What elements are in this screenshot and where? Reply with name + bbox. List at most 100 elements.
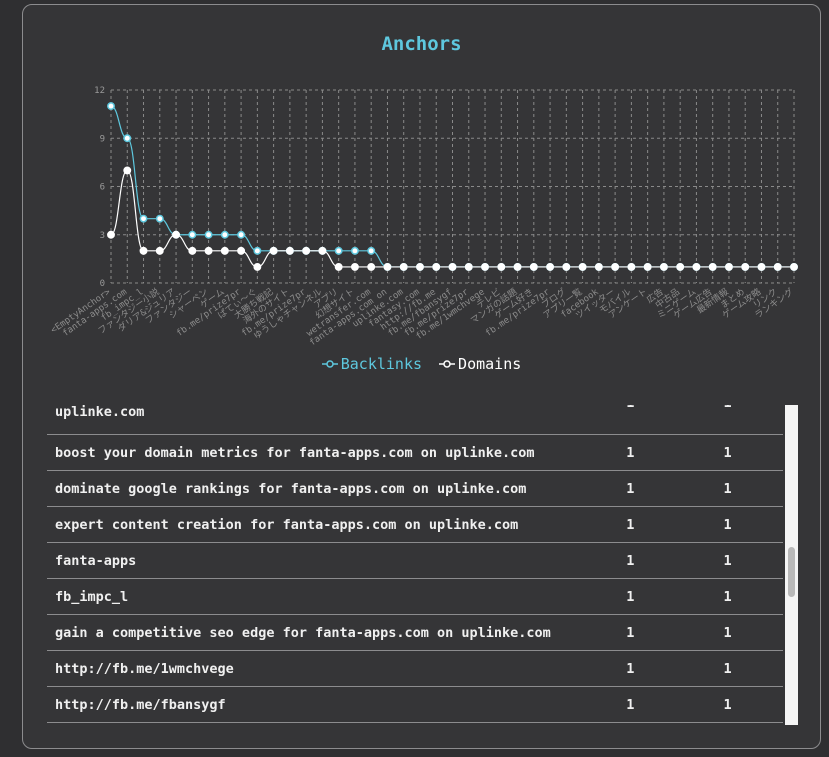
- data-point-backlinks: [237, 230, 246, 239]
- data-point-domains: [513, 262, 522, 271]
- data-point-backlinks: [367, 246, 376, 255]
- backlinks-cell: 1: [626, 444, 635, 461]
- anchors-line-chart: 036912<EmptyAnchor>fanta-apps.comfb_impc…: [49, 86, 798, 348]
- data-point-domains: [725, 262, 733, 271]
- data-point-domains: [529, 262, 538, 271]
- data-point-backlinks: [334, 246, 343, 255]
- anchor-cell: achieve efficiency with ai automation fo…: [55, 405, 145, 420]
- data-point-domains: [562, 262, 571, 271]
- backlinks-cell: 1: [626, 480, 635, 497]
- data-point-domains: [643, 262, 652, 271]
- anchor-cell: expert content creation for fanta-apps.c…: [55, 516, 519, 533]
- data-point-domains: [302, 246, 311, 255]
- domains-cell: 1: [723, 516, 732, 533]
- y-tick-label: 0: [100, 279, 105, 289]
- domains-cell: 1: [723, 552, 732, 569]
- data-point-domains: [481, 262, 489, 271]
- data-point-domains: [220, 246, 229, 255]
- data-point-domains: [334, 262, 343, 271]
- data-point-domains: [383, 262, 392, 271]
- domains-cell: 1: [723, 444, 732, 461]
- data-point-domains: [741, 262, 750, 271]
- domains-cell: 1: [723, 624, 732, 641]
- data-point-domains: [773, 262, 782, 271]
- data-point-backlinks: [123, 134, 132, 143]
- backlinks-cell: 1: [618, 405, 717, 411]
- anchor-cell: dominate google rankings for fanta-apps.…: [55, 480, 527, 497]
- table-row[interactable]: expert content creation for fanta-apps.c…: [47, 507, 783, 543]
- data-point-domains: [627, 262, 636, 271]
- data-point-domains: [123, 166, 132, 175]
- y-tick-label: 6: [100, 183, 105, 193]
- table-row[interactable]: http://fb.me/fbansygf 1 1: [47, 687, 783, 723]
- data-point-domains: [708, 262, 717, 271]
- table-row[interactable]: fb_impc_l 1 1: [47, 579, 783, 615]
- backlinks-cell: 1: [626, 516, 635, 533]
- legend-label-backlinks: Backlinks: [340, 355, 423, 373]
- backlinks-cell: 1: [626, 624, 635, 641]
- backlinks-cell: 1: [626, 696, 635, 713]
- table-row[interactable]: achieve efficiency with ai automation fo…: [47, 405, 783, 435]
- data-point-domains: [790, 262, 798, 271]
- data-point-domains: [350, 262, 359, 271]
- table-row[interactable]: boost your domain metrics for fanta-apps…: [47, 435, 783, 471]
- data-point-backlinks: [155, 214, 164, 223]
- backlinks-cell: 1: [626, 552, 635, 569]
- data-point-domains: [578, 262, 587, 271]
- anchor-cell: http://fb.me/fbansygf: [55, 696, 226, 713]
- data-point-domains: [188, 246, 197, 255]
- table-row[interactable]: dominate google rankings for fanta-apps.…: [47, 471, 783, 507]
- anchor-cell: http://fb.me/1wmchvege: [55, 660, 234, 677]
- table-scrollbar[interactable]: [785, 405, 798, 725]
- y-tick-label: 3: [100, 231, 105, 241]
- data-point-domains: [757, 262, 766, 271]
- data-point-backlinks: [220, 230, 229, 239]
- data-point-backlinks: [139, 214, 148, 223]
- data-point-domains: [416, 262, 424, 271]
- anchor-cell: boost your domain metrics for fanta-apps…: [55, 444, 535, 461]
- data-point-domains: [546, 262, 555, 271]
- chart-legend: Backlinks Domains: [23, 355, 820, 373]
- data-point-domains: [107, 230, 115, 239]
- anchors-table: achieve efficiency with ai automation fo…: [47, 405, 783, 727]
- y-tick-label: 9: [100, 134, 105, 144]
- data-point-domains: [432, 262, 441, 271]
- legend-label-domains: Domains: [458, 355, 522, 373]
- domains-cell: 1: [723, 696, 732, 713]
- anchor-cell: fb_impc_l: [55, 588, 129, 605]
- data-point-domains: [611, 262, 620, 271]
- data-point-domains: [285, 246, 294, 255]
- table-row[interactable]: http://fb.me/1wmchvege 1 1: [47, 651, 783, 687]
- data-point-backlinks: [188, 230, 197, 239]
- data-point-domains: [318, 246, 327, 255]
- data-point-backlinks: [107, 102, 115, 111]
- data-point-domains: [659, 262, 668, 271]
- data-point-domains: [464, 262, 473, 271]
- domains-cell: 1: [718, 405, 784, 411]
- anchor-cell: fanta-apps: [55, 552, 137, 569]
- domains-cell: 1: [723, 660, 732, 677]
- data-point-domains: [399, 262, 408, 271]
- table-row[interactable]: fanta-apps 1 1: [47, 543, 783, 579]
- table-row[interactable]: gain a competitive seo edge for fanta-ap…: [47, 615, 783, 651]
- data-point-domains: [676, 262, 685, 271]
- data-point-domains: [448, 262, 457, 271]
- data-point-domains: [497, 262, 506, 271]
- legend-line-marker-icon: [439, 360, 456, 368]
- data-point-backlinks: [253, 246, 262, 255]
- data-point-domains: [692, 262, 701, 271]
- domains-cell: 1: [723, 480, 732, 497]
- data-point-backlinks: [350, 246, 359, 255]
- anchor-cell: gain a competitive seo edge for fanta-ap…: [55, 624, 551, 641]
- data-point-domains: [172, 230, 180, 239]
- backlinks-cell: 1: [626, 588, 635, 605]
- scrollbar-thumb[interactable]: [788, 547, 795, 597]
- data-point-domains: [269, 246, 278, 255]
- legend-item-backlinks[interactable]: Backlinks: [321, 355, 423, 373]
- y-tick-label: 12: [94, 86, 105, 96]
- anchors-panel: Anchors 0 3 6 9 12 <EmptyAnchor> fanta-apps.co…: [22, 4, 821, 749]
- data-point-domains: [155, 246, 164, 255]
- legend-item-domains[interactable]: Domains: [439, 355, 521, 373]
- data-point-domains: [367, 262, 376, 271]
- domains-cell: 1: [723, 588, 732, 605]
